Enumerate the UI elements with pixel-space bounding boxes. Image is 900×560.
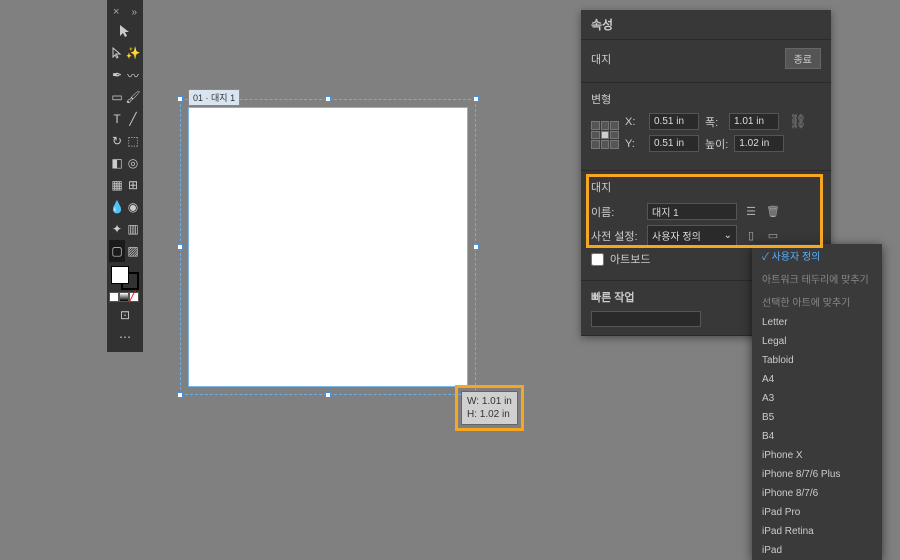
y-label: Y: — [625, 138, 643, 150]
width-value: 1.01 in — [482, 396, 512, 407]
edit-toolbar-btn[interactable]: ⋯ — [109, 326, 141, 348]
preset-option[interactable]: 아트워크 테두리에 맞추기 — [752, 267, 882, 290]
gradient-mode-swatch[interactable] — [119, 292, 129, 302]
landscape-orientation-icon[interactable]: ▭ — [765, 228, 781, 244]
resize-handle-bm[interactable] — [325, 392, 331, 398]
artboard-name-field[interactable] — [647, 203, 737, 220]
resize-handle-tl[interactable] — [177, 96, 183, 102]
finish-button[interactable]: 종료 — [785, 48, 821, 69]
artboard-checkbox-label: 아트보드 — [610, 251, 650, 267]
resize-handle-tr[interactable] — [473, 96, 479, 102]
chevron-down-icon: ⌄ — [724, 230, 732, 241]
type-tool[interactable]: T — [109, 108, 125, 130]
color-mode-swatch[interactable] — [109, 292, 119, 302]
fill-stroke-swatch[interactable] — [109, 264, 141, 290]
rotate-tool[interactable]: ↻ — [109, 130, 125, 152]
w-label: 폭: — [705, 114, 723, 130]
resize-handle-mr[interactable] — [473, 244, 479, 250]
resize-handle-bl[interactable] — [177, 392, 183, 398]
symbol-sprayer-tool[interactable]: ✦ — [109, 218, 125, 240]
artboard-label: 01 · 대지 1 — [188, 89, 240, 106]
object-type-label: 대지 — [591, 51, 611, 67]
artboard-checkbox[interactable] — [591, 253, 604, 266]
mesh-tool[interactable]: ⊞ — [125, 174, 141, 196]
x-field[interactable] — [649, 113, 699, 130]
direct-selection-tool[interactable] — [109, 42, 125, 64]
quick-action-slot — [591, 311, 701, 327]
height-label: H: — [467, 409, 477, 420]
reference-point-grid[interactable] — [591, 121, 619, 149]
column-graph-tool[interactable]: ▥ — [125, 218, 141, 240]
gradient-tool[interactable]: ▦ — [109, 174, 125, 196]
preset-option[interactable]: Letter — [752, 313, 882, 332]
preset-dropdown-list: ✓ 사용자 정의아트워크 테두리에 맞추기선택한 아트에 맞추기LetterLe… — [752, 244, 882, 560]
preset-dropdown[interactable]: 사용자 정의 ⌄ — [647, 225, 737, 246]
dimension-tooltip-highlight: W: 1.01 in H: 1.02 in — [455, 385, 524, 431]
name-label: 이름: — [591, 204, 641, 220]
close-icon[interactable]: × — [113, 6, 119, 18]
preset-option[interactable]: iPad — [752, 541, 882, 560]
preset-label: 사전 설정: — [591, 228, 641, 244]
preset-value: 사용자 정의 — [652, 228, 701, 243]
h-label: 높이: — [705, 136, 728, 152]
delete-artboard-icon[interactable]: 🗑 — [765, 204, 781, 220]
resize-handle-tm[interactable] — [325, 96, 331, 102]
dimension-tooltip: W: 1.01 in H: 1.02 in — [461, 391, 518, 425]
x-label: X: — [625, 116, 643, 128]
eraser-tool[interactable]: ◧ — [109, 152, 125, 174]
expand-icon[interactable]: » — [123, 7, 137, 18]
tools-panel: × » ✨ ✒ 〰 ▭ 🖌 T ╱ ↻ ⬚ ◧ ◎ ▦ ⊞ — [107, 0, 143, 352]
rectangle-tool[interactable]: ▭ — [109, 86, 125, 108]
slice-tool[interactable]: ▨ — [125, 240, 141, 262]
preset-option[interactable]: iPhone 8/7/6 Plus — [752, 465, 882, 484]
blend-tool[interactable]: ◉ — [125, 196, 141, 218]
paintbrush-tool[interactable]: 🖌 — [125, 86, 141, 108]
curvature-tool[interactable]: 〰 — [125, 64, 141, 86]
artboard-options-icon[interactable]: ☰ — [743, 204, 759, 220]
screen-mode-tool[interactable]: ⊡ — [109, 304, 141, 326]
preset-option[interactable]: Tabloid — [752, 351, 882, 370]
line-tool[interactable]: ╱ — [125, 108, 141, 130]
artboard-surface[interactable] — [188, 107, 468, 387]
eyedropper-tool[interactable]: 💧 — [109, 196, 125, 218]
transform-heading: 변형 — [591, 91, 821, 107]
link-icon[interactable]: ⛓ — [789, 113, 807, 130]
magic-wand-tool[interactable]: ✨ — [125, 42, 141, 64]
scale-tool[interactable]: ⬚ — [125, 130, 141, 152]
height-field[interactable] — [734, 135, 784, 152]
preset-option[interactable]: 선택한 아트에 맞추기 — [752, 290, 882, 313]
preset-option[interactable]: B5 — [752, 408, 882, 427]
preset-option[interactable]: A3 — [752, 389, 882, 408]
preset-option[interactable]: iPhone X — [752, 446, 882, 465]
artboard-canvas[interactable]: 01 · 대지 1 ⤡ — [188, 107, 468, 387]
preset-option[interactable]: A4 — [752, 370, 882, 389]
width-label: W: — [467, 396, 479, 407]
resize-handle-ml[interactable] — [177, 244, 183, 250]
preset-option[interactable]: B4 — [752, 427, 882, 446]
artboard-tool[interactable]: ▢ — [109, 240, 125, 262]
preset-option[interactable]: iPhone 8/7/6 — [752, 484, 882, 503]
preset-option[interactable]: ✓ 사용자 정의 — [752, 244, 882, 267]
fill-color[interactable] — [111, 266, 129, 284]
none-mode-swatch[interactable]: ╱ — [129, 292, 139, 302]
height-value: 1.02 in — [480, 409, 510, 420]
preset-option[interactable]: Legal — [752, 332, 882, 351]
selection-tool[interactable] — [109, 20, 141, 42]
portrait-orientation-icon[interactable]: ▯ — [743, 228, 759, 244]
artboard-section-heading: 대지 — [591, 179, 821, 195]
pen-tool[interactable]: ✒ — [109, 64, 125, 86]
shape-builder-tool[interactable]: ◎ — [125, 152, 141, 174]
y-field[interactable] — [649, 135, 699, 152]
preset-option[interactable]: iPad Retina — [752, 522, 882, 541]
width-field[interactable] — [729, 113, 779, 130]
panel-title: 속성 — [581, 10, 831, 40]
